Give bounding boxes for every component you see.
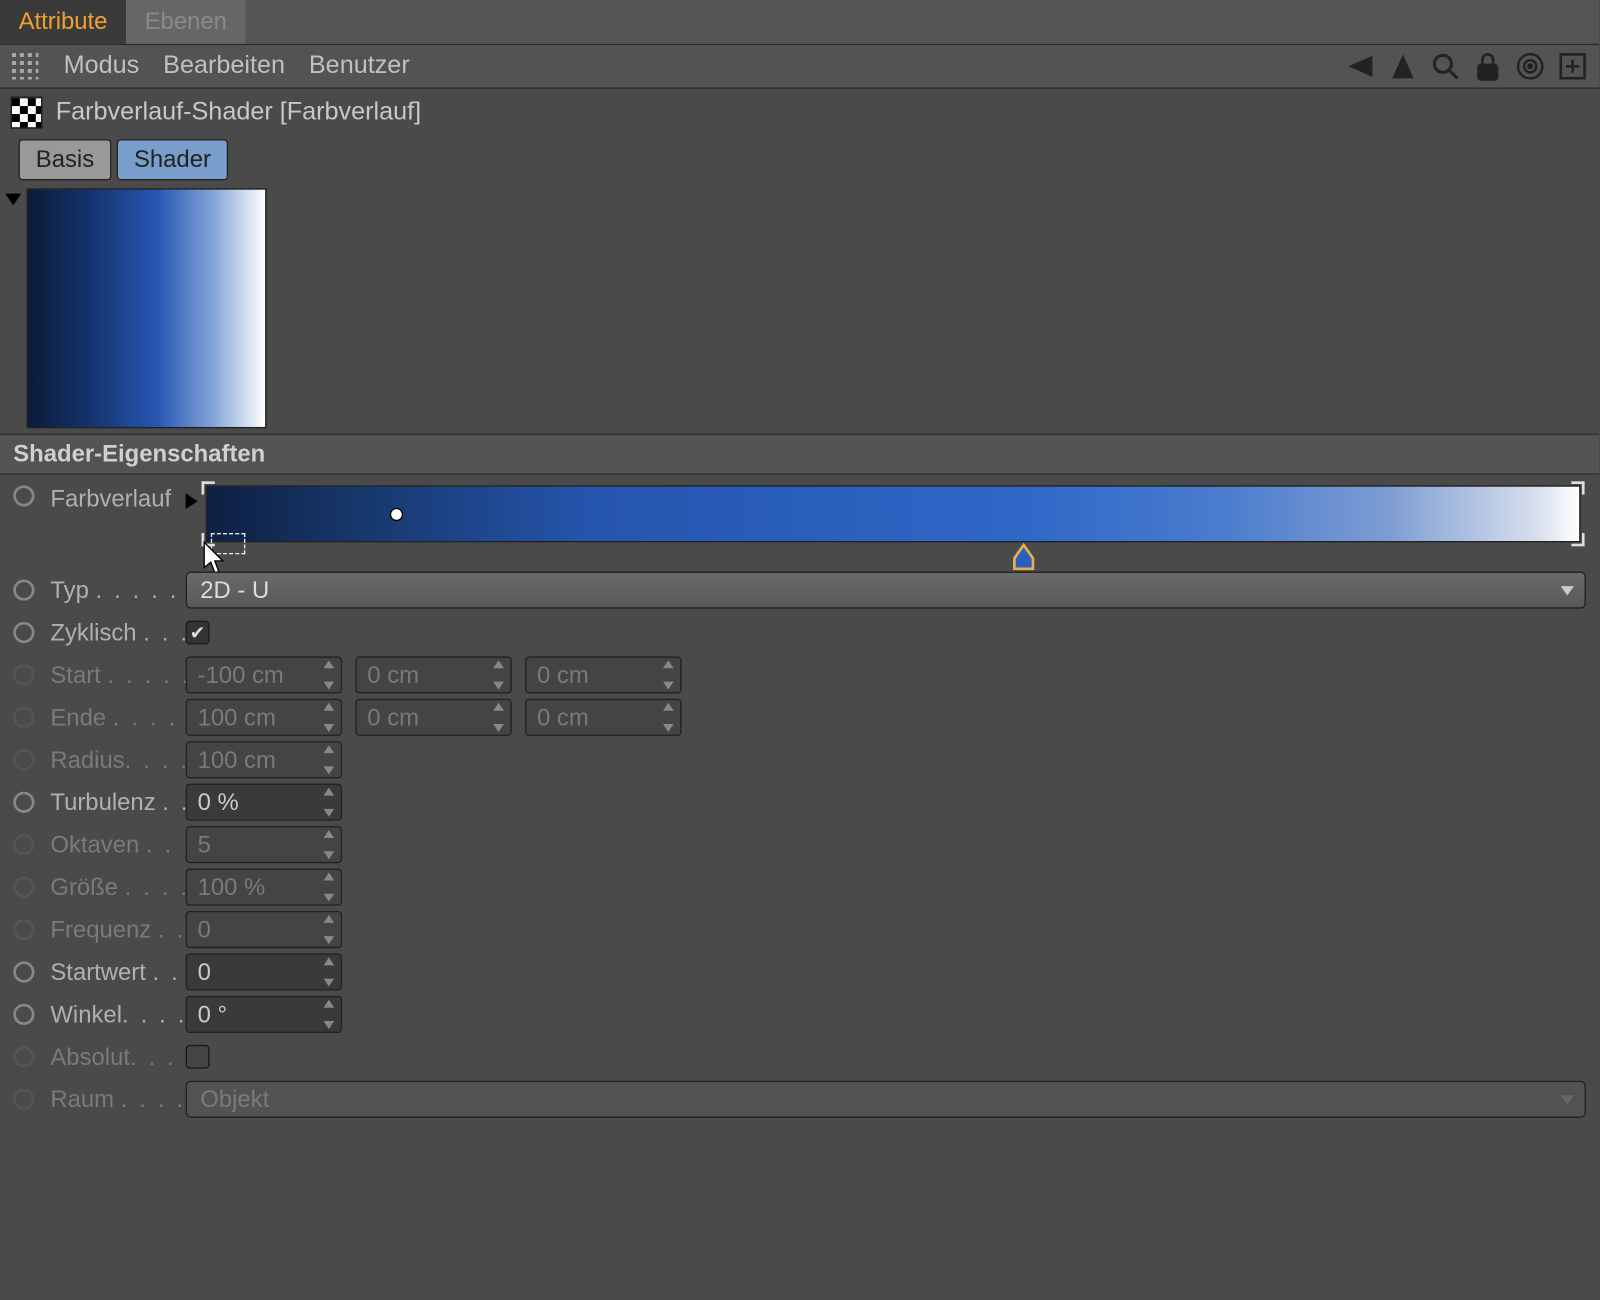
label-startwert: Startwert . . .	[50, 958, 185, 986]
ende-x-field[interactable]: 100 cm	[186, 699, 342, 736]
checker-icon	[11, 97, 43, 129]
anim-dot	[13, 664, 34, 685]
lock-icon[interactable]	[1472, 50, 1504, 82]
startwert-field[interactable]: 0	[186, 953, 342, 990]
object-header: Farbverlauf-Shader [Farbverlauf]	[0, 89, 1599, 137]
gradient-preview[interactable]	[27, 188, 267, 428]
label-winkel: Winkel. . . . .	[50, 1000, 185, 1028]
corner-handle	[1571, 533, 1584, 546]
radius-field[interactable]: 100 cm	[186, 741, 342, 778]
object-title: Farbverlauf-Shader [Farbverlauf]	[56, 98, 421, 127]
label-oktaven: Oktaven . . . .	[50, 831, 185, 859]
section-header: Shader-Eigenschaften	[0, 434, 1599, 475]
corner-handle	[202, 481, 215, 494]
subtab-basis[interactable]: Basis	[19, 139, 112, 180]
prop-turbulenz: Turbulenz . . 0 %	[0, 781, 1599, 823]
gradient-midpoint[interactable]	[390, 507, 403, 520]
nav-back-icon[interactable]	[1345, 50, 1377, 82]
ende-y-field[interactable]: 0 cm	[355, 699, 511, 736]
ende-z-field[interactable]: 0 cm	[525, 699, 681, 736]
prop-typ: Typ . . . . . . . 2D - U	[0, 569, 1599, 611]
prop-zyklisch: Zyklisch . . . .	[0, 611, 1599, 653]
anim-dot	[13, 1089, 34, 1110]
label-absolut: Absolut. . . . .	[50, 1043, 185, 1071]
anim-dot[interactable]	[13, 485, 34, 506]
gradient-bar[interactable]	[206, 485, 1581, 542]
nav-up-icon[interactable]	[1387, 50, 1419, 82]
frequenz-field[interactable]: 0	[186, 911, 342, 948]
label-turbulenz: Turbulenz . .	[50, 788, 185, 816]
prop-raum: Raum . . . . . . Objekt	[0, 1078, 1599, 1120]
menu-modus[interactable]: Modus	[64, 52, 140, 81]
tab-ebenen[interactable]: Ebenen	[126, 0, 245, 44]
tab-attribute[interactable]: Attribute	[0, 0, 126, 44]
anim-dot[interactable]	[13, 792, 34, 813]
corner-handle	[202, 533, 215, 546]
raum-dropdown: Objekt	[186, 1081, 1586, 1118]
corner-handle	[1571, 481, 1584, 494]
search-icon[interactable]	[1429, 50, 1461, 82]
anim-dot	[13, 876, 34, 897]
chevron-down-icon	[1561, 1095, 1574, 1104]
menubar: Modus Bearbeiten Benutzer	[0, 45, 1599, 89]
preview-row	[0, 188, 1599, 433]
typ-dropdown[interactable]: 2D - U	[186, 572, 1586, 609]
absolut-checkbox	[186, 1045, 210, 1069]
target-icon[interactable]	[1514, 50, 1546, 82]
disclosure-triangle-icon[interactable]	[5, 194, 21, 206]
prop-absolut: Absolut. . . . .	[0, 1036, 1599, 1078]
prop-startwert: Startwert . . . 0	[0, 951, 1599, 993]
label-ende: Ende . . . . . .	[50, 703, 185, 731]
zyklisch-checkbox[interactable]	[186, 621, 210, 645]
label-groesse: Größe . . . . .	[50, 873, 185, 901]
anim-dot[interactable]	[13, 1004, 34, 1025]
prop-frequenz: Frequenz . . . 0	[0, 908, 1599, 950]
label-frequenz: Frequenz . . .	[50, 916, 185, 944]
label-zyklisch: Zyklisch . . . .	[50, 619, 185, 647]
chevron-down-icon	[1561, 585, 1574, 594]
prop-groesse: Größe . . . . . 100 %	[0, 866, 1599, 908]
anim-dot	[13, 1046, 34, 1067]
prop-start: Start . . . . . . -100 cm 0 cm 0 cm	[0, 654, 1599, 696]
prop-winkel: Winkel. . . . . 0 °	[0, 993, 1599, 1035]
prop-radius: Radius. . . . . 100 cm	[0, 739, 1599, 781]
top-tab-bar: Attribute Ebenen	[0, 0, 1599, 45]
grid-icon[interactable]	[11, 52, 40, 81]
gradient-editor[interactable]	[206, 485, 1581, 542]
oktaven-field[interactable]: 5	[186, 826, 342, 863]
winkel-field[interactable]: 0 °	[186, 996, 342, 1033]
anim-dot	[13, 707, 34, 728]
anim-dot	[13, 834, 34, 855]
start-z-field[interactable]: 0 cm	[525, 656, 681, 693]
new-window-icon[interactable]	[1557, 50, 1589, 82]
menu-benutzer[interactable]: Benutzer	[309, 52, 410, 81]
sub-tab-bar: Basis Shader	[0, 137, 1599, 189]
anim-dot	[13, 749, 34, 770]
label-raum: Raum . . . . . .	[50, 1085, 185, 1113]
anim-dot[interactable]	[13, 622, 34, 643]
label-typ: Typ . . . . . . .	[50, 576, 185, 604]
subtab-shader[interactable]: Shader	[117, 139, 228, 180]
anim-dot[interactable]	[13, 961, 34, 982]
label-radius: Radius. . . . .	[50, 746, 185, 774]
label-start: Start . . . . . .	[50, 661, 185, 689]
label-farbverlauf: Farbverlauf	[50, 485, 185, 513]
turbulenz-field[interactable]: 0 %	[186, 784, 342, 821]
start-y-field[interactable]: 0 cm	[355, 656, 511, 693]
prop-ende: Ende . . . . . . 100 cm 0 cm 0 cm	[0, 696, 1599, 738]
start-x-field[interactable]: -100 cm	[186, 656, 342, 693]
menu-bearbeiten[interactable]: Bearbeiten	[163, 52, 285, 81]
prop-oktaven: Oktaven . . . . 5	[0, 823, 1599, 865]
groesse-field[interactable]: 100 %	[186, 869, 342, 906]
anim-dot[interactable]	[13, 579, 34, 600]
prop-farbverlauf: Farbverlauf	[0, 475, 1599, 569]
anim-dot	[13, 919, 34, 940]
gradient-expand-icon[interactable]	[186, 493, 198, 509]
